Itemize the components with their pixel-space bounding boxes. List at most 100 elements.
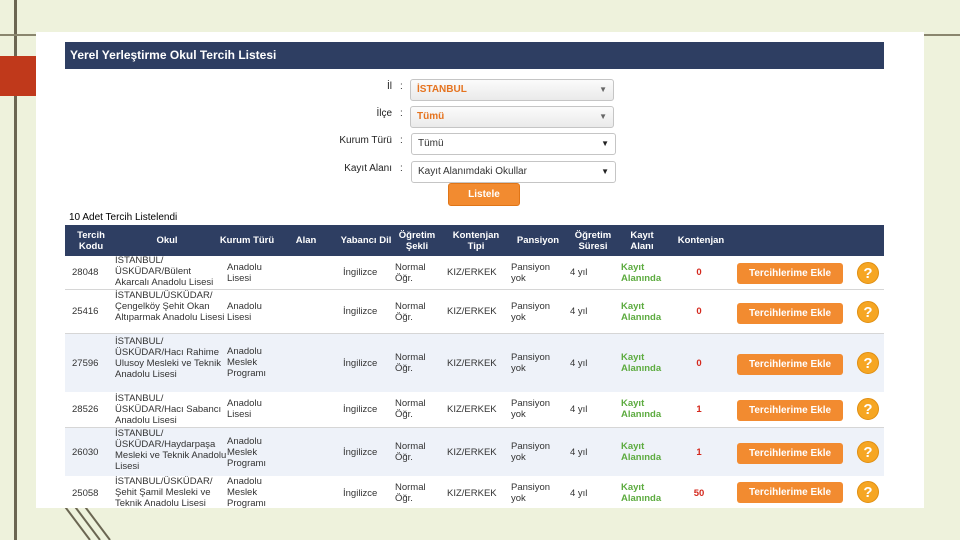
col-header-tercih-kodu: Tercih Kodu [77, 229, 105, 252]
col-header-kontenjan-tipi: Kontenjan Tipi [452, 229, 500, 252]
kayit-alani-select[interactable]: Kayıt Alanımdaki Okullar ▼ [411, 161, 616, 183]
kayit-alani-label: Kayıt Alanı [344, 163, 392, 174]
table-row: 26030 İSTANBUL/ ÜSKÜDAR/Haydarpaşa Mesle… [65, 428, 884, 476]
question-circle-icon[interactable]: ? [857, 352, 879, 374]
tercihlerime-ekle-button[interactable]: Tercihlerime Ekle [737, 354, 843, 375]
cell-ogretim-suresi: 4 yıl [570, 446, 588, 458]
cell-tercih-kodu: 27596 [72, 357, 99, 369]
caret-down-icon: ▼ [601, 167, 609, 176]
col-header-kontenjan: Kontenjan [677, 235, 725, 246]
cell-pansiyon: Pansiyon yok [511, 441, 551, 463]
question-circle-icon[interactable]: ? [857, 481, 879, 503]
cell-kurum-turu: Anadolu Lisesi [227, 398, 262, 420]
kurum-turu-label: Kurum Türü [339, 135, 392, 146]
cell-kurum-turu: Anadolu Lisesi [227, 301, 262, 323]
cell-kayit-alani: Kayıt Alanında [621, 482, 662, 504]
tercihlerime-ekle-button[interactable]: Tercihlerime Ekle [737, 303, 843, 324]
table-header: Tercih Kodu Okul Kurum Türü Alan Yabancı… [65, 225, 884, 256]
il-label: İl [387, 81, 392, 92]
cell-kontenjan: 0 [696, 357, 702, 369]
col-header-alan: Alan [295, 235, 317, 246]
cell-ogretim-suresi: 4 yıl [570, 487, 588, 499]
col-header-ogretim-suresi: Öğretim Süresi [574, 229, 612, 252]
col-header-kurum-turu: Kurum Türü [219, 235, 275, 246]
cell-kontenjan-tipi: KIZ/ERKEK [447, 446, 497, 458]
slide-red-marker [0, 56, 36, 96]
cell-pansiyon: Pansiyon yok [511, 301, 551, 323]
cell-kontenjan: 50 [693, 487, 705, 499]
cell-ogretim-sekli: Normal Öğr. [395, 352, 426, 374]
table-row: 27596 İSTANBUL/ ÜSKÜDAR/Hacı Rahime Ulus… [65, 334, 884, 392]
cell-kontenjan: 0 [696, 306, 702, 317]
ilce-select[interactable]: Tümü ▼ [410, 106, 614, 128]
cell-kurum-turu: Anadolu Lisesi [227, 262, 262, 284]
ilce-colon: : [400, 108, 403, 119]
cell-okul: İSTANBUL/ ÜSKÜDAR/Haydarpaşa Mesleki ve … [115, 428, 227, 472]
cell-kurum-turu: Anadolu Meslek Programı [227, 346, 267, 379]
cell-ogretim-sekli: Normal Öğr. [395, 441, 426, 463]
cell-ogretim-suresi: 4 yıl [570, 267, 588, 278]
cell-okul: İSTANBUL/ÜSKÜDAR/ Şehit Şamil Mesleki ve… [115, 476, 213, 508]
result-count: 10 Adet Tercih Listelendi [69, 212, 178, 223]
kurum-turu-colon: : [400, 135, 403, 146]
question-circle-icon[interactable]: ? [857, 441, 879, 463]
cell-kontenjan-tipi: KIZ/ERKEK [447, 357, 497, 369]
cell-ogretim-suresi: 4 yıl [570, 357, 588, 369]
cell-kurum-turu: Anadolu Meslek Programı [227, 476, 267, 508]
listele-button[interactable]: Listele [448, 183, 520, 206]
il-select[interactable]: İSTANBUL ▼ [410, 79, 614, 101]
ilce-label: İlçe [376, 108, 392, 119]
cell-tercih-kodu: 28526 [72, 404, 99, 415]
cell-kayit-alani: Kayıt Alanında [621, 262, 662, 284]
cell-pansiyon: Pansiyon yok [511, 482, 551, 504]
cell-okul: İSTANBUL/ÜSKÜDAR/ Çengelköy Şehit Okan A… [115, 290, 225, 323]
cell-tercih-kodu: 28048 [72, 267, 99, 278]
il-colon: : [400, 81, 403, 92]
cell-yabanci-dil: İngilizce [343, 404, 378, 415]
col-header-yabanci-dil: Yabancı Dil [340, 235, 392, 246]
cell-kontenjan-tipi: KIZ/ERKEK [447, 487, 497, 499]
tercihlerime-ekle-button[interactable]: Tercihlerime Ekle [737, 443, 843, 464]
cell-kayit-alani: Kayıt Alanında [621, 352, 662, 374]
cell-okul: İSTANBUL/ ÜSKÜDAR/Hacı Rahime Ulusoy Mes… [115, 336, 221, 380]
caret-down-icon: ▼ [599, 85, 607, 94]
question-circle-icon[interactable]: ? [857, 301, 879, 323]
cell-yabanci-dil: İngilizce [343, 487, 378, 499]
kurum-turu-select[interactable]: Tümü ▼ [411, 133, 616, 155]
cell-yabanci-dil: İngilizce [343, 306, 378, 317]
cell-kayit-alani: Kayıt Alanında [621, 441, 662, 463]
tercihlerime-ekle-button[interactable]: Tercihlerime Ekle [737, 263, 843, 284]
cell-kontenjan: 1 [696, 446, 702, 458]
col-header-kayit-alani: Kayıt Alanı [630, 229, 654, 252]
cell-pansiyon: Pansiyon yok [511, 352, 551, 374]
cell-kurum-turu: Anadolu Meslek Programı [227, 436, 267, 469]
cell-pansiyon: Pansiyon yok [511, 262, 551, 284]
kurum-turu-select-value: Tümü [418, 138, 444, 149]
kayit-alani-colon: : [400, 163, 403, 174]
cell-ogretim-sekli: Normal Öğr. [395, 482, 426, 504]
table-row: 28526 İSTANBUL/ ÜSKÜDAR/Hacı Sabancı Ana… [65, 392, 884, 428]
col-header-okul: Okul [156, 235, 178, 246]
table-row: 25416 İSTANBUL/ÜSKÜDAR/ Çengelköy Şehit … [65, 290, 884, 334]
tercihlerime-ekle-button[interactable]: Tercihlerime Ekle [737, 400, 843, 421]
tercihlerime-ekle-button[interactable]: Tercihlerime Ekle [737, 482, 843, 503]
cell-yabanci-dil: İngilizce [343, 267, 378, 278]
cell-yabanci-dil: İngilizce [343, 446, 378, 458]
cell-okul: İSTANBUL/ ÜSKÜDAR/Bülent Akarcalı Anadol… [115, 256, 214, 288]
il-select-value: İSTANBUL [417, 84, 467, 95]
col-header-pansiyon: Pansiyon [516, 235, 560, 246]
cell-okul: İSTANBUL/ ÜSKÜDAR/Hacı Sabancı Anadolu L… [115, 393, 222, 426]
cell-tercih-kodu: 26030 [72, 446, 99, 458]
screenshot-panel: Yerel Yerleştirme Okul Tercih Listesi İl… [36, 32, 924, 508]
cell-kontenjan-tipi: KIZ/ERKEK [447, 404, 497, 415]
cell-ogretim-sekli: Normal Öğr. [395, 262, 426, 284]
table-row: 28048 İSTANBUL/ ÜSKÜDAR/Bülent Akarcalı … [65, 256, 884, 290]
cell-ogretim-sekli: Normal Öğr. [395, 301, 426, 323]
cell-tercih-kodu: 25416 [72, 306, 99, 317]
question-circle-icon[interactable]: ? [857, 398, 879, 420]
question-circle-icon[interactable]: ? [857, 262, 879, 284]
col-header-ogretim-sekli: Öğretim Şekli [398, 229, 436, 252]
app-frame: Yerel Yerleştirme Okul Tercih Listesi İl… [65, 42, 884, 508]
cell-kayit-alani: Kayıt Alanında [621, 301, 662, 323]
caret-down-icon: ▼ [599, 112, 607, 121]
